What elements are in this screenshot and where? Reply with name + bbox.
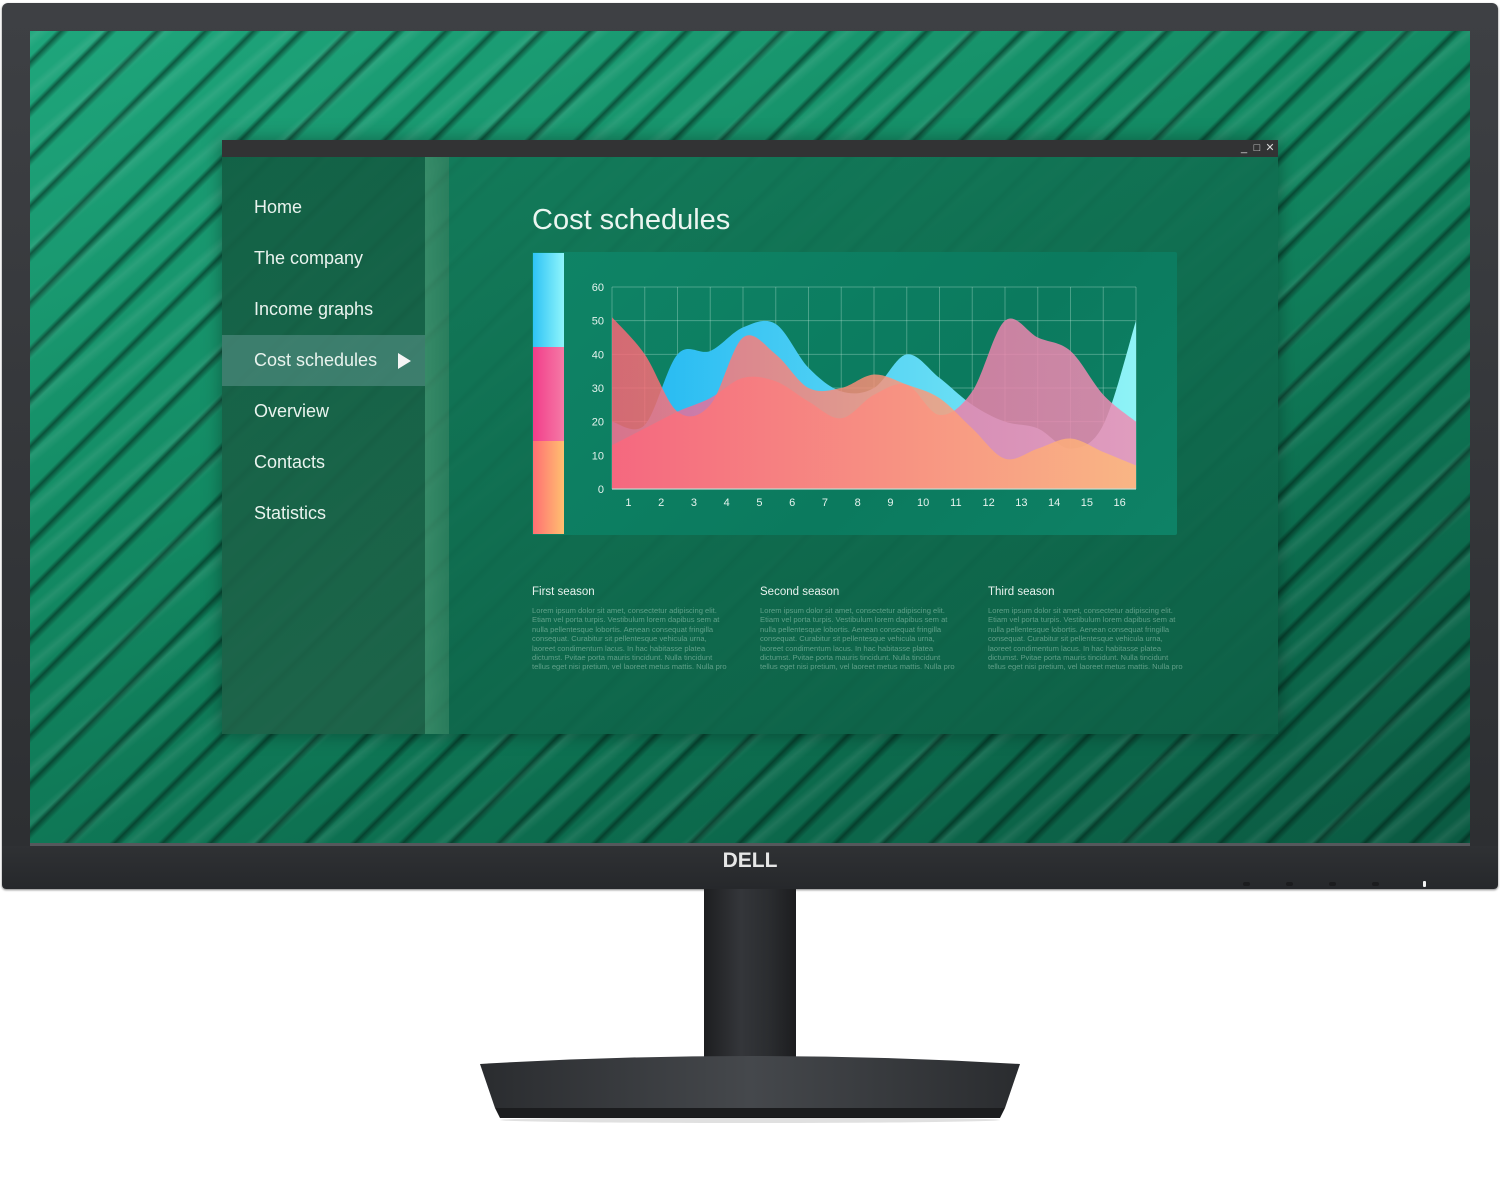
maximize-icon[interactable]: □ [1251,141,1263,156]
sidebar-divider [425,157,449,734]
x-tick-label: 11 [950,497,961,509]
x-tick-label: 5 [756,497,762,509]
y-tick-label: 30 [592,383,604,395]
x-tick-label: 16 [1114,497,1126,509]
dell-logo: DELL [722,849,778,872]
sidebar-item-statistics[interactable]: Statistics [222,488,425,539]
season-card-second: Second season Lorem ipsum dolor sit amet… [760,586,955,672]
close-icon[interactable]: ✕ [1264,141,1276,156]
y-tick-label: 50 [592,316,604,328]
area-chart: 0102030405060 1 2 3 4 5 6 7 8 9 10 11 12 13 14 15 16 [592,282,1137,509]
season-body: Lorem ipsum dolor sit amet, consectetur … [532,606,727,672]
x-tick-label: 8 [855,497,861,509]
exit-button[interactable] [1372,882,1379,886]
sidebar-item-label: Statistics [254,503,327,523]
power-button[interactable] [1423,881,1426,887]
page-title: Cost schedules [532,204,731,236]
x-tick-label: 6 [789,497,795,509]
season-card-third: Third season Lorem ipsum dolor sit amet,… [988,586,1183,672]
x-tick-label: 15 [1081,497,1093,509]
x-tick-label: 1 [625,497,631,509]
sidebar-item-label: Home [254,197,303,217]
season-card-first: First season Lorem ipsum dolor sit amet,… [532,586,727,672]
sidebar-item-overview[interactable]: Overview [222,386,425,437]
sidebar-item-contacts[interactable]: Contacts [222,437,425,488]
sidebar-item-label: Contacts [254,452,326,472]
screen-bottom-edge [30,843,1470,846]
x-tick-label: 9 [887,497,893,509]
y-tick-label: 60 [592,282,604,294]
y-tick-label: 0 [598,484,604,496]
season-title: Third season [988,586,1055,598]
monitor-buttons [1235,881,1435,889]
x-tick-label: 7 [822,497,828,509]
x-tick-label: 3 [691,497,697,509]
season-title: First season [532,586,595,598]
sidebar-item-the-company[interactable]: The company [222,233,425,284]
season-body: Lorem ipsum dolor sit amet, consectetur … [760,606,955,672]
sidebar-item-label: The company [254,248,364,268]
y-tick-label: 40 [592,349,604,361]
play-arrow-icon [398,353,411,369]
sidebar-item-label: Cost schedules [254,350,378,370]
y-tick-label: 10 [592,450,604,462]
sidebar-item-income-graphs[interactable]: Income graphs [222,284,425,335]
sidebar-item-label: Income graphs [254,299,374,319]
sidebar-item-cost-schedules[interactable]: Cost schedules [222,335,425,386]
sidebar-nav: Home The company Income graphs Cost sche… [222,157,425,734]
down-button[interactable] [1329,882,1336,886]
season-title: Second season [760,586,840,598]
app-window: _ □ ✕ Home The company Income graphs Cos… [222,140,1278,734]
sidebar-item-label: Overview [254,401,330,421]
y-tick-label: 20 [592,417,604,429]
stand-base [480,1056,1020,1123]
chart-panel: 0 10 20 30 40 50 60 1 2 3 4 5 6 7 8 9 10 11 12 13 14 15 16 [532,252,1177,535]
menu-button[interactable] [1243,882,1250,886]
window-titlebar[interactable]: _ □ ✕ [222,140,1278,157]
up-button[interactable] [1286,882,1293,886]
season-body: Lorem ipsum dolor sit amet, consectetur … [988,606,1183,672]
minimize-icon[interactable]: _ [1238,141,1250,156]
x-tick-label: 12 [983,497,995,509]
x-tick-label: 13 [1015,497,1027,509]
x-tick-label: 2 [658,497,664,509]
stand-neck [704,889,796,1064]
x-tick-label: 14 [1048,497,1060,509]
sidebar-item-home[interactable]: Home [222,182,425,233]
x-tick-label: 4 [724,497,730,509]
x-tick-label: 10 [917,497,929,509]
